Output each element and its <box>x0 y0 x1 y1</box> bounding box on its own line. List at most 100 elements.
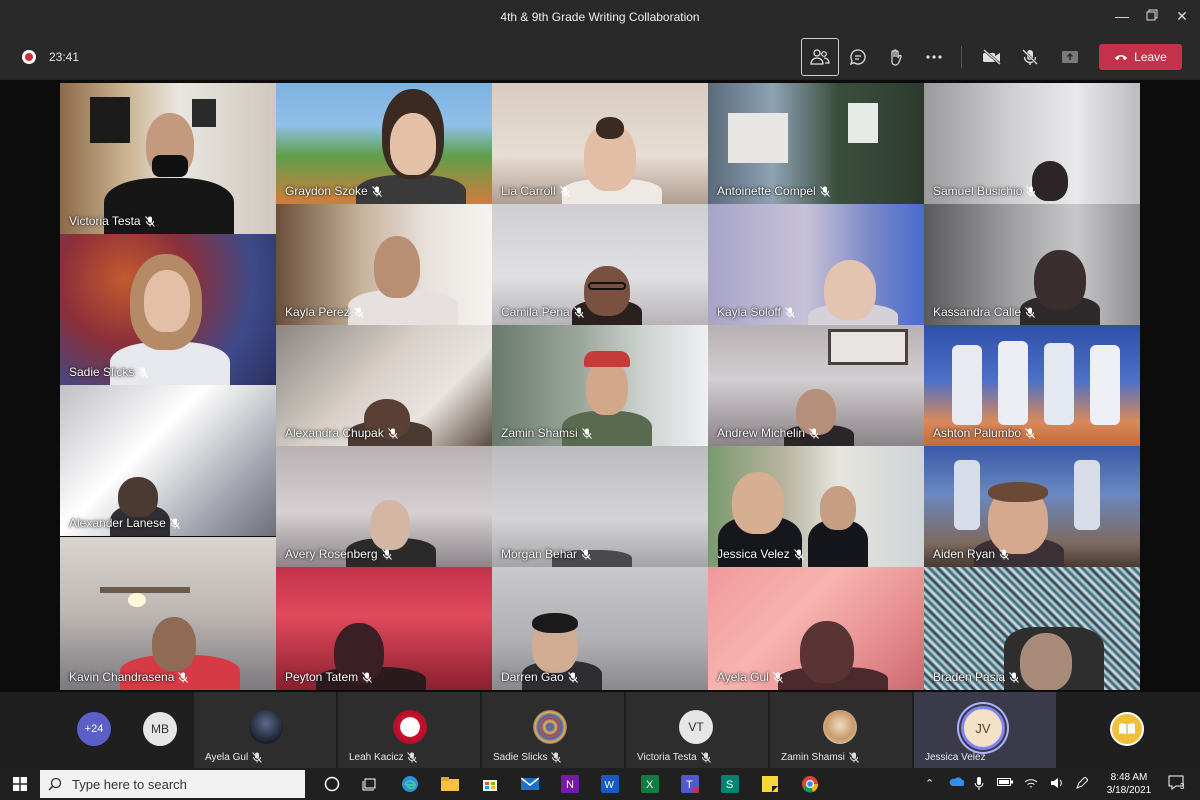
avatar[interactable]: MB <box>143 712 177 746</box>
mic-off-icon <box>1025 306 1035 318</box>
participant-name: Peyton Tatem <box>285 670 373 684</box>
participant-figure <box>1020 633 1072 690</box>
overflow-count-badge[interactable]: +24 <box>77 712 111 746</box>
participant-face <box>390 113 436 175</box>
file-explorer-icon[interactable] <box>440 774 460 794</box>
wall-frame <box>828 329 908 365</box>
video-tile[interactable]: Camila Pena <box>492 204 708 325</box>
windows-start-icon[interactable] <box>10 774 30 794</box>
camera-toggle-button[interactable] <box>973 38 1011 76</box>
hair-bun <box>596 117 624 139</box>
mic-off-icon <box>1025 427 1035 439</box>
edge-icon[interactable] <box>400 774 420 794</box>
roster-tile[interactable]: Sadie Slicks <box>482 692 624 768</box>
mic-off-icon <box>371 185 382 197</box>
notification-count: 3 <box>1180 782 1185 791</box>
close-icon[interactable]: ✕ <box>1170 6 1194 26</box>
microphone-tray-icon[interactable] <box>974 777 984 793</box>
roster-tile[interactable]: Zamin Shamsi <box>770 692 912 768</box>
svg-text:T: T <box>686 779 693 791</box>
video-tile[interactable]: Graydon Szoke <box>276 83 492 204</box>
chrome-icon[interactable] <box>800 774 820 794</box>
battery-icon[interactable] <box>997 777 1013 790</box>
avatar <box>823 710 857 744</box>
video-tile[interactable]: Andrew Michelin <box>708 325 924 446</box>
taskbar-clock[interactable]: 8:48 AM 3/18/2021 <box>1098 771 1160 797</box>
leave-label: Leave <box>1134 50 1167 64</box>
onedrive-icon[interactable] <box>948 777 965 790</box>
participant-face <box>144 270 190 332</box>
chevron-up-icon[interactable]: ⌃ <box>925 777 934 790</box>
roster-tile[interactable]: Ayela Gul <box>194 692 336 768</box>
video-tile[interactable]: Avery Rosenberg <box>276 446 492 567</box>
participant-figure <box>152 617 196 671</box>
video-tile[interactable]: Aiden Ryan <box>924 446 1140 567</box>
participant-figure <box>118 477 158 517</box>
participant-name: Lia Carroll <box>501 184 570 198</box>
video-tile[interactable]: Braden Pasia <box>924 567 1140 690</box>
participants-button[interactable] <box>801 38 839 76</box>
mic-off-icon <box>581 427 592 439</box>
roster-tile[interactable]: Leah Kacicz <box>338 692 480 768</box>
video-tile[interactable]: Samuel Busichio <box>924 83 1140 204</box>
word-icon[interactable]: W <box>600 774 620 794</box>
avatar <box>533 710 567 744</box>
excel-icon[interactable]: X <box>640 774 660 794</box>
participant-name: Zamin Shamsi <box>501 426 592 440</box>
video-tile[interactable]: Sadie Slicks <box>60 234 276 385</box>
share-tray-button[interactable] <box>1051 38 1089 76</box>
video-tile[interactable]: Morgan Behar <box>492 446 708 567</box>
player-figure <box>952 345 982 425</box>
taskbar-search[interactable]: Type here to search <box>40 770 305 798</box>
svg-text:N: N <box>566 779 574 791</box>
more-actions-button[interactable] <box>915 38 953 76</box>
cortana-icon[interactable] <box>322 774 342 794</box>
video-tile[interactable]: Alexandra Chupak <box>276 325 492 446</box>
participant-name: Antoinette Compel <box>717 184 830 198</box>
video-tile[interactable]: Darren Gao <box>492 567 708 690</box>
mic-off-icon <box>819 185 830 197</box>
roster-tile[interactable]: VT Victoria Testa <box>626 692 768 768</box>
video-tile[interactable]: Kassandra Calle <box>924 204 1140 325</box>
video-tile[interactable]: Ashton Palumbo <box>924 325 1140 446</box>
classroom-board <box>728 113 788 163</box>
video-tile[interactable]: Jessica Velez <box>708 446 924 567</box>
store-icon[interactable] <box>480 774 500 794</box>
leave-button[interactable]: Leave <box>1099 44 1182 70</box>
mail-icon[interactable] <box>520 774 540 794</box>
mic-toggle-button[interactable] <box>1011 38 1049 76</box>
roster-tile[interactable]: JV Jessica Velez <box>914 692 1056 768</box>
notifications-button[interactable]: 3 <box>1168 775 1186 794</box>
sway-icon[interactable]: S <box>720 774 740 794</box>
video-tile[interactable]: Antoinette Compel <box>708 83 924 204</box>
reactions-button[interactable] <box>877 38 915 76</box>
video-tile[interactable]: Zamin Shamsi <box>492 325 708 446</box>
apps-avatar[interactable] <box>1110 712 1144 746</box>
camera-off-icon <box>983 49 1001 65</box>
video-tile[interactable]: Victoria Testa <box>60 83 276 234</box>
ceiling-light <box>128 593 146 607</box>
video-tile[interactable]: Kayla Soloff <box>708 204 924 325</box>
video-tile[interactable]: Lia Carroll <box>492 83 708 204</box>
wifi-icon[interactable] <box>1024 777 1038 792</box>
participant-name: Andrew Michelin <box>717 426 819 440</box>
video-tile[interactable]: Kayla Perez <box>276 204 492 325</box>
video-tile[interactable]: Kavin Chandrasena <box>60 537 276 690</box>
player-figure <box>1044 343 1074 425</box>
teams-icon[interactable]: T <box>680 774 700 794</box>
participant-name: Kayla Soloff <box>717 305 795 319</box>
video-tile[interactable]: Peyton Tatem <box>276 567 492 690</box>
chat-button[interactable] <box>839 38 877 76</box>
video-tile[interactable]: Ayela Gul <box>708 567 924 690</box>
restore-icon[interactable] <box>1140 6 1164 26</box>
minimize-icon[interactable]: — <box>1110 6 1134 26</box>
roster-name: Leah Kacicz <box>349 752 418 763</box>
volume-icon[interactable] <box>1050 777 1064 792</box>
video-tile[interactable]: Alexander Lanese <box>60 385 276 536</box>
task-view-icon[interactable] <box>360 774 380 794</box>
roster-name: Victoria Testa <box>637 752 711 763</box>
pen-icon[interactable] <box>1076 776 1089 792</box>
participant-name: Alexandra Chupak <box>285 426 398 440</box>
sticky-notes-icon[interactable] <box>760 774 780 794</box>
onenote-icon[interactable]: N <box>560 774 580 794</box>
